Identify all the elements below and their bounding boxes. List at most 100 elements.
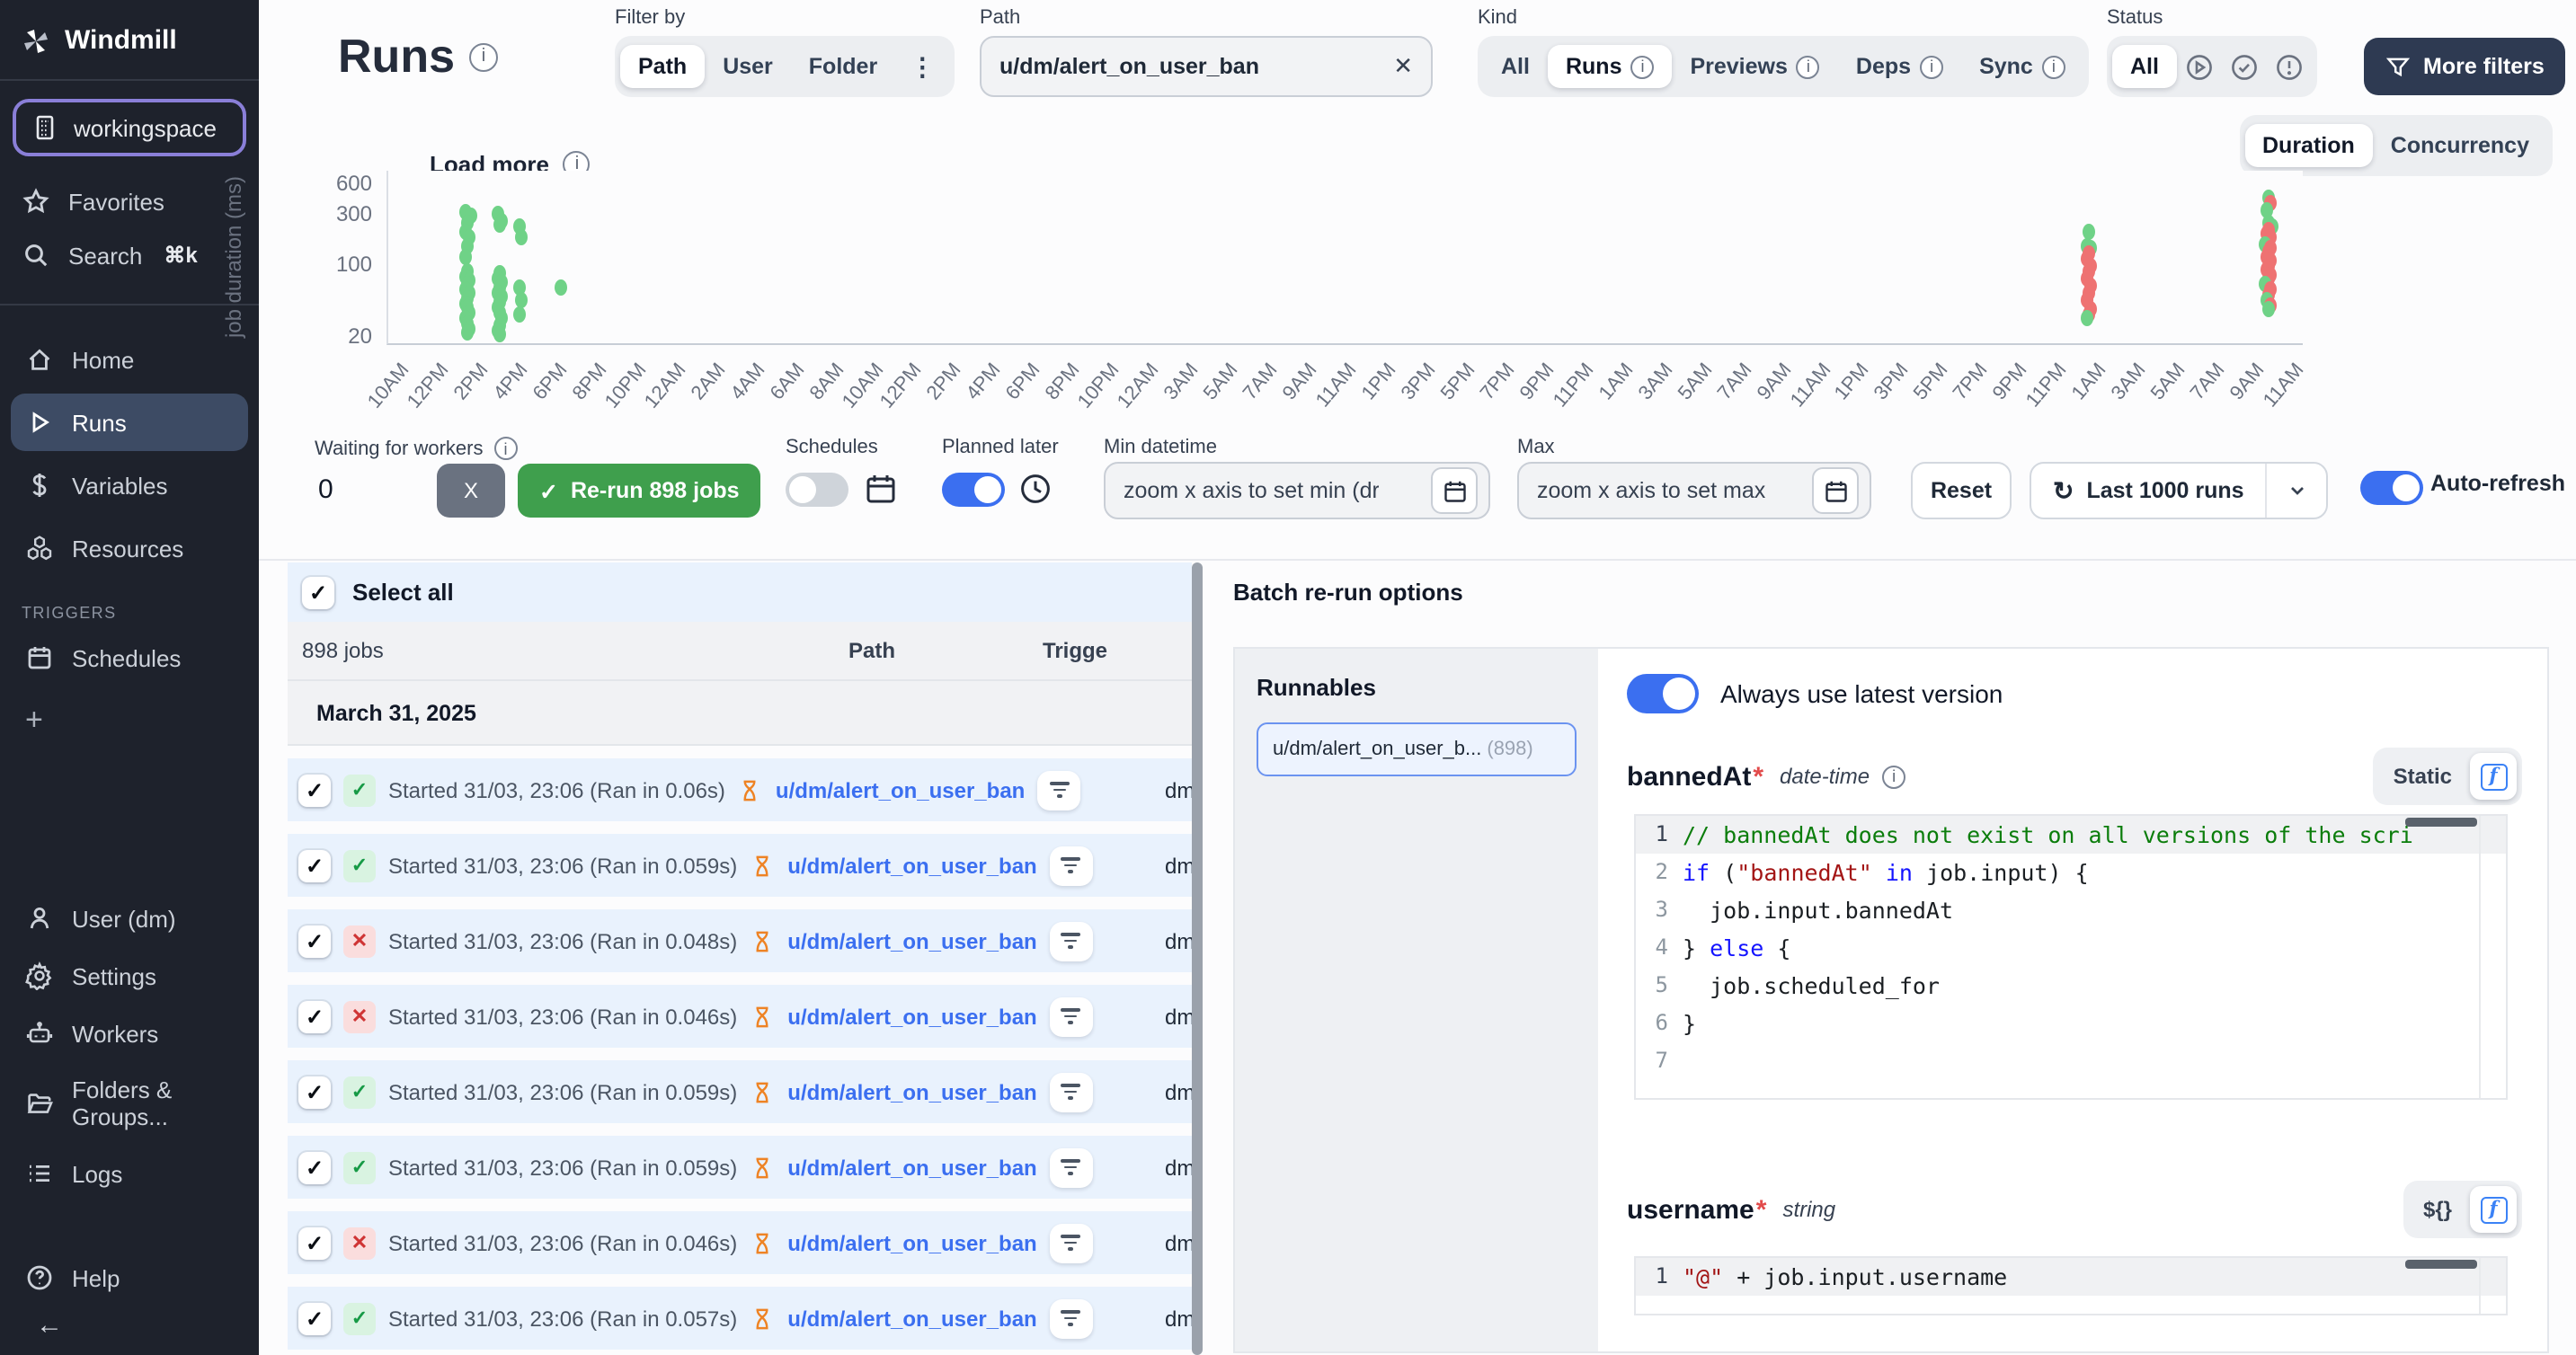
code-editor-bannedAt[interactable]: 1// bannedAt does not exist on all versi… (1634, 814, 2508, 1100)
sidebar-item-home[interactable]: Home (11, 331, 248, 388)
filter-by-path-icon[interactable] (1037, 770, 1080, 810)
success-run-dot[interactable] (2083, 223, 2095, 239)
run-path-link[interactable]: u/dm/alert_on_user_ban (787, 853, 1036, 878)
sidebar-item-settings[interactable]: Settings (11, 947, 248, 1005)
runnable-item[interactable]: u/dm/alert_on_user_b... (898) (1257, 722, 1577, 776)
run-path-link[interactable]: u/dm/alert_on_user_ban (787, 1079, 1036, 1104)
add-trigger-button[interactable]: + (0, 692, 259, 749)
success-run-dot[interactable] (513, 306, 526, 322)
app-logo[interactable]: Windmill (0, 0, 259, 79)
run-path-link[interactable]: u/dm/alert_on_user_ban (787, 1306, 1036, 1331)
clear-path-icon[interactable]: ✕ (1393, 52, 1413, 81)
sidebar-item-search[interactable]: Search⌘k (0, 228, 259, 282)
run-path-link[interactable]: u/dm/alert_on_user_ban (776, 777, 1025, 802)
field-mode-label[interactable]: ${} (2409, 1197, 2466, 1222)
sidebar-item-user-dm-[interactable]: User (dm) (11, 890, 248, 947)
filter-by-kebab-icon[interactable]: ⋮ (895, 51, 949, 82)
code-editor-username[interactable]: 1"@" + job.input.username (1634, 1256, 2508, 1315)
row-checkbox[interactable]: ✓ (298, 1076, 331, 1108)
run-path-link[interactable]: u/dm/alert_on_user_ban (787, 928, 1036, 953)
row-checkbox[interactable]: ✓ (298, 849, 331, 881)
last-runs-dropdown-button[interactable] (2266, 464, 2327, 518)
table-row[interactable]: ✓✓Started 31/03, 23:06 (Ran in 0.059s)u/… (288, 834, 1192, 897)
runs-duration-scatter-chart[interactable] (386, 171, 2303, 345)
row-checkbox[interactable]: ✓ (298, 1000, 331, 1032)
table-row[interactable]: ✓✓Started 31/03, 23:06 (Ran in 0.06s)u/d… (288, 758, 1192, 821)
filter-by-path-icon[interactable] (1050, 1072, 1093, 1111)
table-row[interactable]: ✓✕Started 31/03, 23:06 (Ran in 0.048s)u/… (288, 909, 1192, 972)
success-run-dot[interactable] (2262, 302, 2275, 318)
run-path-link[interactable]: u/dm/alert_on_user_ban (787, 1155, 1036, 1180)
kind-previews[interactable]: Previewsi (1672, 45, 1837, 88)
kind-all[interactable]: All (1483, 45, 1548, 88)
last-runs-button[interactable]: ↻ Last 1000 runs (2031, 464, 2266, 518)
cancel-selection-button[interactable]: X (437, 464, 505, 518)
planned-later-toggle[interactable] (942, 473, 1005, 507)
latest-version-toggle[interactable] (1627, 674, 1699, 713)
kind-sync[interactable]: Synci (1961, 45, 2083, 88)
runs-info-icon[interactable]: i (469, 42, 498, 71)
success-run-dot[interactable] (2081, 310, 2093, 326)
success-run-dot[interactable] (493, 217, 506, 234)
table-row[interactable]: ✓✓Started 31/03, 23:06 (Ran in 0.059s)u/… (288, 1136, 1192, 1199)
min-datetime-calendar-icon[interactable] (1431, 467, 1478, 514)
table-row[interactable]: ✓✕Started 31/03, 23:06 (Ran in 0.046s)u/… (288, 1211, 1192, 1274)
filter-by-user[interactable]: User (705, 45, 791, 88)
sidebar-item-help[interactable]: Help (11, 1249, 248, 1306)
filter-by-path-icon[interactable] (1050, 1147, 1093, 1187)
sidebar-item-folders-groups-[interactable]: Folders & Groups... (11, 1062, 248, 1145)
reset-button[interactable]: Reset (1911, 462, 2012, 519)
success-run-dot[interactable] (515, 229, 528, 245)
filter-by-path-icon[interactable] (1050, 1298, 1093, 1338)
row-checkbox[interactable]: ✓ (298, 774, 331, 806)
kind-deps[interactable]: Depsi (1838, 45, 1961, 88)
row-checkbox[interactable]: ✓ (298, 925, 331, 957)
max-datetime-input[interactable]: zoom x axis to set max (1517, 462, 1871, 519)
status-all[interactable]: All (2112, 45, 2177, 88)
auto-refresh-toggle[interactable] (2360, 471, 2423, 505)
rerun-jobs-button[interactable]: ✓ Re-run 898 jobs (518, 464, 761, 518)
workspace-selector[interactable]: workingspace (13, 99, 246, 156)
run-path-link[interactable]: u/dm/alert_on_user_ban (787, 1230, 1036, 1255)
collapse-sidebar-button[interactable]: ← (11, 1306, 248, 1341)
filter-by-folder[interactable]: Folder (791, 45, 895, 88)
tab-concurrency[interactable]: Concurrency (2373, 124, 2547, 167)
filter-by-path-icon[interactable] (1050, 846, 1093, 885)
sidebar-item-schedules[interactable]: Schedules (11, 629, 248, 686)
path-filter-input[interactable]: u/dm/alert_on_user_ban ✕ (980, 36, 1433, 97)
javascript-mode-button[interactable]: f (2470, 1186, 2517, 1233)
status-failure-icon[interactable] (2274, 51, 2305, 82)
filter-by-path-icon[interactable] (1050, 921, 1093, 961)
row-checkbox[interactable]: ✓ (298, 1227, 331, 1259)
select-all-checkbox[interactable]: ✓ (302, 576, 334, 608)
table-scrollbar[interactable] (1192, 562, 1203, 1355)
run-path-link[interactable]: u/dm/alert_on_user_ban (787, 1004, 1036, 1029)
table-row[interactable]: ✓✓Started 31/03, 23:06 (Ran in 0.059s)u/… (288, 1060, 1192, 1123)
editor-horizontal-scrollbar[interactable] (2405, 1260, 2477, 1269)
tab-duration[interactable]: Duration (2244, 124, 2373, 167)
max-datetime-calendar-icon[interactable] (1812, 467, 1859, 514)
filter-by-path-icon[interactable] (1050, 1223, 1093, 1262)
status-running-icon[interactable] (2184, 51, 2215, 82)
success-run-dot[interactable] (493, 326, 506, 342)
javascript-mode-button[interactable]: f (2470, 753, 2517, 800)
filter-by-path-icon[interactable] (1050, 996, 1093, 1036)
row-checkbox[interactable]: ✓ (298, 1302, 331, 1334)
sidebar-item-variables[interactable]: Variables (11, 456, 248, 514)
table-row[interactable]: ✓✓Started 31/03, 23:06 (Ran in 0.057s)u/… (288, 1287, 1192, 1350)
success-run-dot[interactable] (555, 279, 567, 295)
sidebar-item-logs[interactable]: Logs (11, 1145, 248, 1202)
success-run-dot[interactable] (461, 323, 474, 340)
filter-by-path[interactable]: Path (620, 45, 705, 88)
schedules-toggle[interactable] (786, 473, 848, 507)
min-datetime-input[interactable]: zoom x axis to set min (dr (1104, 462, 1490, 519)
kind-runs[interactable]: Runsi (1548, 45, 1673, 88)
sidebar-item-runs[interactable]: Runs (11, 394, 248, 451)
status-success-icon[interactable] (2229, 51, 2260, 82)
sidebar-item-workers[interactable]: Workers (11, 1005, 248, 1062)
more-filters-button[interactable]: More filters (2364, 38, 2566, 95)
row-checkbox[interactable]: ✓ (298, 1151, 331, 1183)
sidebar-item-favorites[interactable]: Favorites (0, 174, 259, 228)
sidebar-item-resources[interactable]: Resources (11, 519, 248, 577)
table-row[interactable]: ✓✕Started 31/03, 23:06 (Ran in 0.046s)u/… (288, 985, 1192, 1048)
